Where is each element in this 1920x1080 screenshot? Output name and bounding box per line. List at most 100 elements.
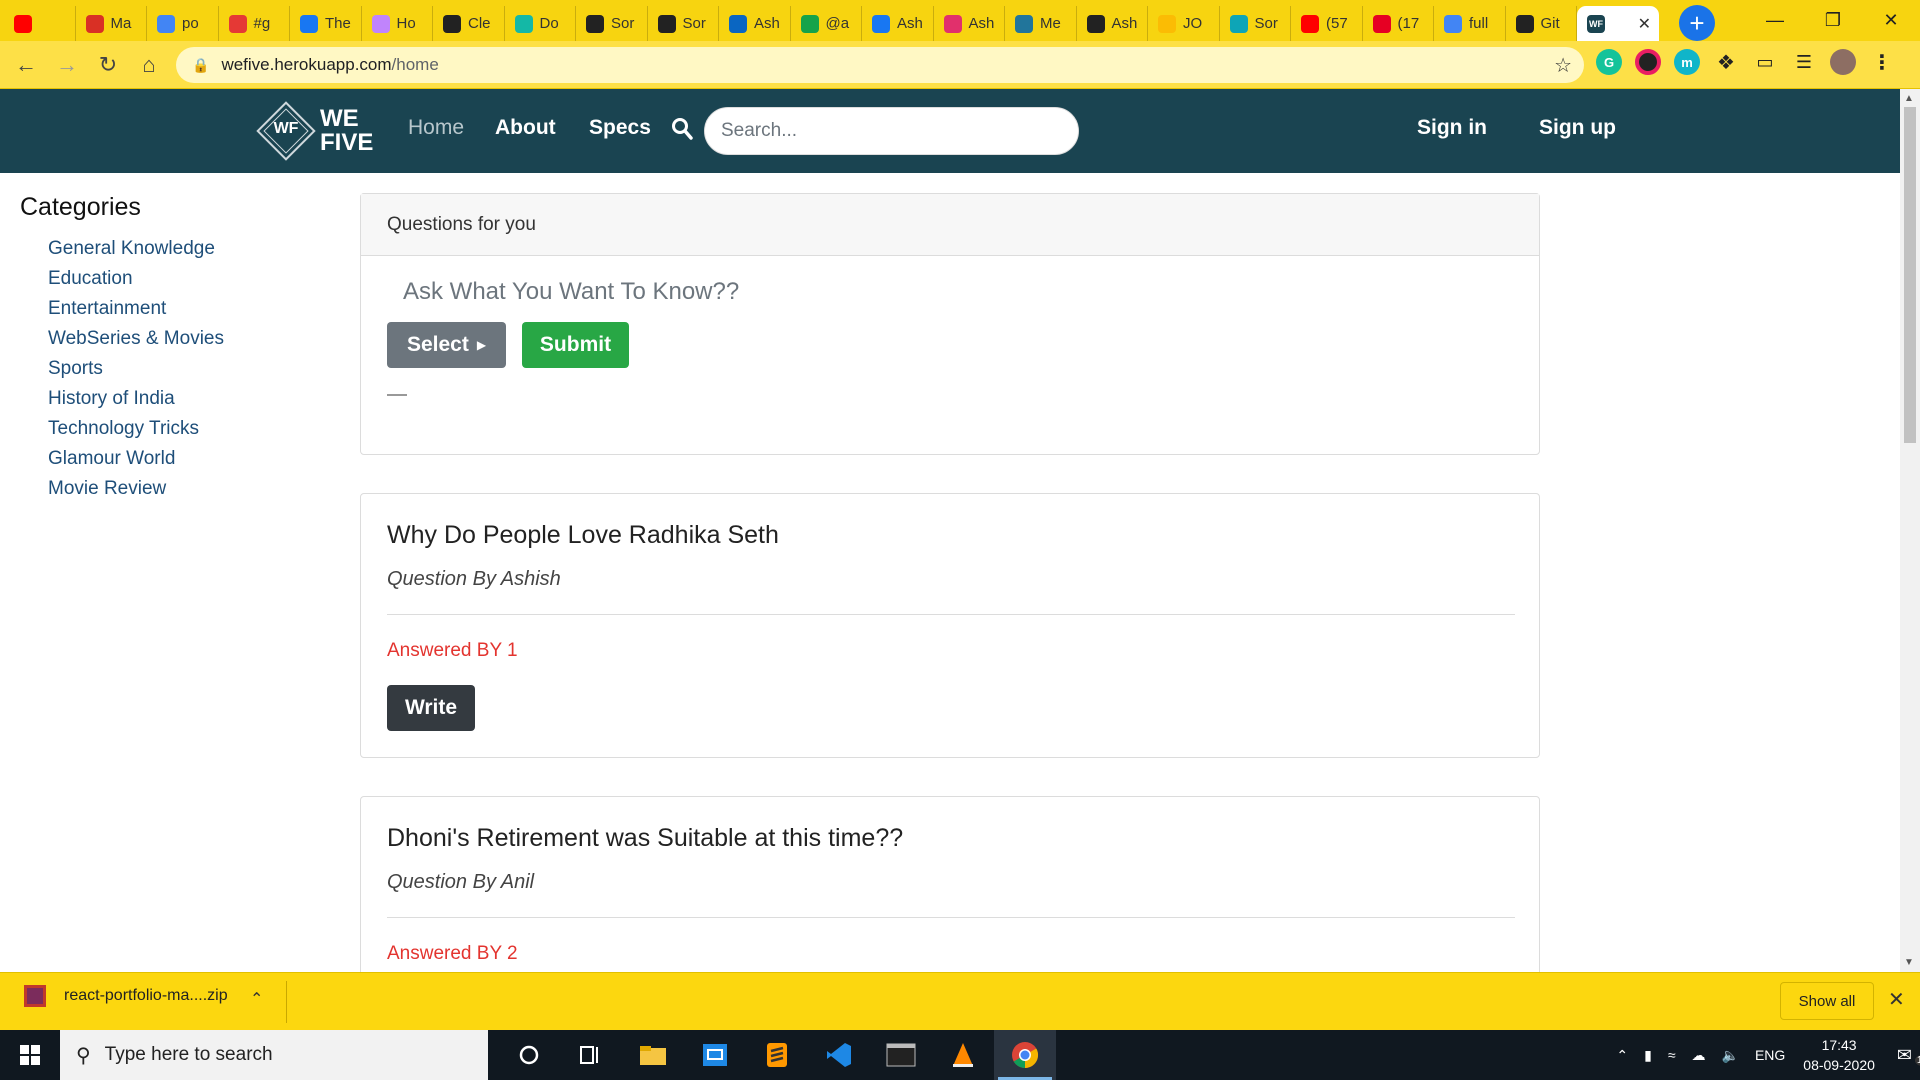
menu-dots-icon[interactable]: ⋮ [1869,49,1895,75]
avatar[interactable] [1830,49,1856,75]
reload-icon[interactable]: ↻ [88,45,128,85]
cast-icon[interactable]: ▭ [1752,49,1778,75]
browser-tab[interactable]: Sor [576,6,648,41]
close-icon[interactable]: ✕ [1888,987,1905,1012]
category-link[interactable]: WebSeries & Movies [48,324,224,354]
puzzle-icon[interactable]: ❖ [1713,49,1739,75]
browser-tab[interactable]: Ho [362,6,433,41]
brand-logo[interactable]: WF WE FIVE [256,101,373,161]
sign-in-link[interactable]: Sign in [1417,116,1487,140]
browser-tab[interactable]: Sor [648,6,719,41]
show-all-button[interactable]: Show all [1780,982,1874,1020]
chrome-icon[interactable] [994,1030,1056,1080]
wifi-icon[interactable]: ≈ [1668,1047,1676,1063]
browser-tab[interactable]: po [147,6,219,41]
category-link[interactable]: Movie Review [48,474,224,504]
terminal-icon[interactable] [870,1030,932,1080]
category-link[interactable]: Glamour World [48,444,224,474]
back-icon[interactable]: ← [6,45,46,85]
write-answer-button[interactable]: Write [387,685,475,731]
battery-icon[interactable]: ▮ [1644,1047,1652,1064]
browser-tab[interactable]: Do [505,6,576,41]
media-icon[interactable]: ☰ [1791,49,1817,75]
restore-icon[interactable]: ❐ [1804,0,1862,41]
brand-line1: WE [320,105,359,132]
browser-tab[interactable]: Ash [719,6,791,41]
caret-right-icon: ▶ [476,338,487,352]
category-link[interactable]: Technology Tricks [48,414,224,444]
browser-tab[interactable]: JO [1148,6,1220,41]
question-title[interactable]: Dhoni's Retirement was Suitable at this … [387,824,903,853]
clock[interactable]: 17:43 08-09-2020 [1803,1035,1875,1075]
submit-button[interactable]: Submit [522,322,629,368]
page-scrollbar[interactable]: ▲ ▼ [1900,89,1920,972]
remote-desktop-icon[interactable] [684,1030,746,1080]
windows-start-icon[interactable] [0,1030,60,1080]
scroll-down-icon[interactable]: ▼ [1904,957,1914,968]
cloud-icon[interactable]: ☁ [1692,1047,1706,1064]
minimize-icon[interactable]: — [1746,0,1804,41]
answered-count[interactable]: Answered BY 2 [387,943,518,965]
tab-label: (57 [1326,15,1348,32]
browser-tab[interactable]: Ma [76,6,147,41]
tab-label: po [182,15,199,32]
category-link[interactable]: Entertainment [48,294,224,324]
sign-up-link[interactable]: Sign up [1539,116,1616,140]
sublime-text-icon[interactable] [746,1030,808,1080]
system-tray: ⌃ ▮ ≈ ☁ 🔈 ENG 17:43 08-09-2020 ✉19 [1608,1030,1920,1080]
browser-tab[interactable]: (57 [1291,6,1363,41]
scroll-thumb[interactable] [1904,107,1916,443]
grammarly-icon[interactable]: G [1596,49,1622,75]
nav-about-link[interactable]: About [495,116,556,140]
vlc-icon[interactable] [932,1030,994,1080]
browser-tab[interactable]: The [290,6,362,41]
nav-home-link[interactable]: Home [408,116,464,140]
forward-icon[interactable]: → [47,45,87,85]
language-indicator[interactable]: ENG [1755,1047,1785,1063]
scroll-up-icon[interactable]: ▲ [1904,93,1914,104]
cortana-icon[interactable] [498,1030,560,1080]
category-link[interactable]: History of India [48,384,224,414]
browser-tab[interactable]: Me [1005,6,1077,41]
tab-active[interactable]: WF ✕ [1577,6,1659,41]
diamond-icon [514,14,533,33]
site-search-input[interactable] [704,107,1079,155]
browser-tab[interactable] [4,6,76,41]
search-icon[interactable] [671,117,693,141]
chevron-up-icon[interactable]: ⌃ [250,989,263,1009]
browser-tab[interactable]: Cle [433,6,505,41]
bookmark-star-icon[interactable]: ☆ [1554,53,1572,78]
category-link[interactable]: Sports [48,354,224,384]
close-window-icon[interactable]: ✕ [1862,0,1920,41]
browser-tab[interactable]: #g [219,6,290,41]
chevron-up-icon[interactable]: ⌃ [1616,1047,1628,1064]
category-link[interactable]: General Knowledge [48,234,224,264]
category-link[interactable]: Education [48,264,224,294]
home-icon[interactable]: ⌂ [129,45,169,85]
new-tab-button[interactable]: + [1679,5,1715,41]
browser-tab[interactable]: Ash [934,6,1005,41]
nav-specs-link[interactable]: Specs [589,116,651,140]
file-explorer-icon[interactable] [622,1030,684,1080]
question-title[interactable]: Why Do People Love Radhika Seth [387,521,779,550]
browser-tab[interactable]: Git [1506,6,1577,41]
browser-tab[interactable]: (17 [1363,6,1434,41]
ask-question-input[interactable]: Ask What You Want To Know?? [403,278,739,306]
browser-tab[interactable]: Ash [1077,6,1148,41]
select-category-button[interactable]: Select ▶ [387,322,506,368]
browser-tab[interactable]: Ash [862,6,934,41]
extension-m-icon[interactable]: m [1674,49,1700,75]
notifications-icon[interactable]: ✉19 [1897,1045,1920,1066]
close-tab-icon[interactable]: ✕ [1638,14,1651,34]
browser-tab[interactable]: full [1434,6,1506,41]
address-bar[interactable]: 🔒 wefive.herokuapp.com/home ☆ [176,47,1584,83]
volume-icon[interactable]: 🔈 [1722,1047,1739,1064]
task-view-icon[interactable] [560,1030,622,1080]
vscode-icon[interactable] [808,1030,870,1080]
browser-tab[interactable]: @a [791,6,862,41]
browser-tab[interactable]: Sor [1220,6,1291,41]
record-icon[interactable] [1635,49,1661,75]
answered-count[interactable]: Answered BY 1 [387,640,518,662]
taskbar-search-box[interactable]: ⚲ Type here to search [60,1030,488,1080]
download-item[interactable]: react-portfolio-ma....zip [24,985,228,1007]
